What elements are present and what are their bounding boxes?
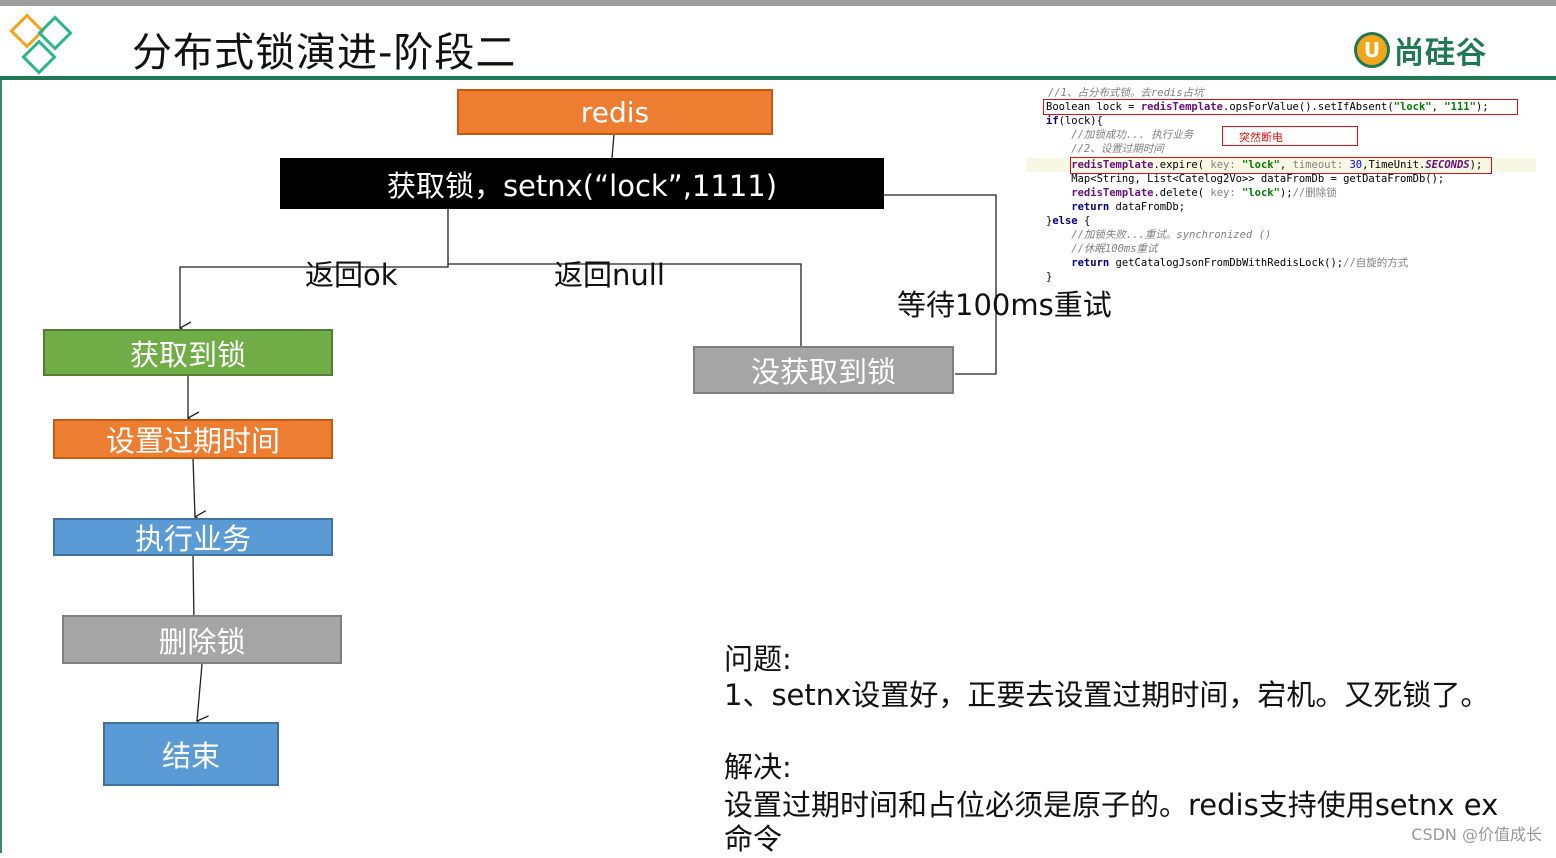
code-line-8e: );	[1279, 187, 1293, 199]
execute-business-box: 执行业务	[53, 518, 333, 556]
code-line-9a: return	[1046, 201, 1110, 213]
code-line-1: //1、占分布式锁。去redis占坑	[1048, 87, 1204, 99]
code-redbox-expire	[1070, 157, 1492, 174]
set-expire-label: 设置过期时间	[105, 424, 280, 458]
code-line-14: }	[1046, 271, 1053, 283]
code-line-4: //加锁成功... 执行业务	[1046, 129, 1194, 141]
no-lock-box: 没获取到锁	[693, 346, 954, 394]
code-line-13c: //自旋的方式	[1343, 257, 1409, 269]
solution-text-1: 设置过期时间和占位必须是原子的。redis支持使用setnx ex	[724, 788, 1499, 822]
code-line-10b: else	[1052, 215, 1078, 227]
code-line-3a: if	[1046, 115, 1059, 127]
acquire-lock-label: 获取锁，setnx(“lock”,1111)	[386, 168, 778, 203]
end-label: 结束	[161, 739, 220, 773]
no-lock-label: 没获取到锁	[750, 355, 896, 389]
power-off-label: 突然断电	[1239, 130, 1283, 144]
code-line-5: //2、设置过期时间	[1046, 143, 1164, 155]
return-null-label: 返回null	[554, 258, 665, 292]
end-box: 结束	[103, 722, 279, 786]
got-lock-label: 获取到锁	[129, 337, 246, 372]
delete-lock-box: 删除锁	[62, 615, 342, 664]
set-expire-box: 设置过期时间	[53, 419, 333, 459]
code-line-13b: getCatalogJsonFromDbWithRedisLock();	[1109, 257, 1344, 269]
code-line-12: //休眠100ms重试	[1046, 243, 1158, 255]
solution-heading: 解决:	[724, 750, 792, 784]
problem-text: 1、setnx设置好，正要去设置过期时间，宕机。又死锁了。	[724, 678, 1490, 712]
connector-delete-end	[195, 663, 209, 729]
code-line-10c: {	[1077, 215, 1091, 227]
delete-lock-label: 删除锁	[158, 624, 246, 659]
return-ok-label: 返回ok	[305, 258, 398, 292]
code-line-8c: key:	[1210, 187, 1242, 199]
wait-retry-label: 等待100ms重试	[897, 288, 1112, 322]
redis-box: redis	[457, 89, 773, 135]
redis-label: redis	[580, 95, 650, 129]
execute-business-label: 执行业务	[134, 522, 251, 556]
code-line-8a: redisTemplate	[1046, 187, 1154, 199]
connector-expire-execute	[192, 457, 207, 524]
code-redbox-setifabsent	[1043, 99, 1518, 115]
power-off-annotation: 突然断电	[1222, 126, 1358, 146]
connector-redis-acquire	[611, 133, 615, 159]
code-line-8b: .delete(	[1153, 187, 1211, 199]
solution-text-2: 命令	[724, 822, 783, 856]
code-line-9b: dataFromDb;	[1109, 201, 1186, 213]
footer-watermark: CSDN @价值成长	[1411, 825, 1542, 844]
code-line-3b: (lock){	[1058, 115, 1103, 127]
code-line-13a: return	[1046, 257, 1110, 269]
got-lock-box: 获取到锁	[43, 329, 333, 376]
acquire-lock-box: 获取锁，setnx(“lock”,1111)	[280, 158, 884, 209]
code-line-11: //加锁失败...重试。synchronized ()	[1046, 229, 1272, 241]
code-snippet: //1、占分布式锁。去redis占坑 Boolean lock = redisT…	[1026, 86, 1536, 283]
code-line-8d: "lock"	[1241, 187, 1280, 199]
code-line-7: Map<String, List<Catelog2Vo>> dataFromDb…	[1046, 173, 1445, 185]
code-line-8f: //删除锁	[1292, 187, 1337, 199]
